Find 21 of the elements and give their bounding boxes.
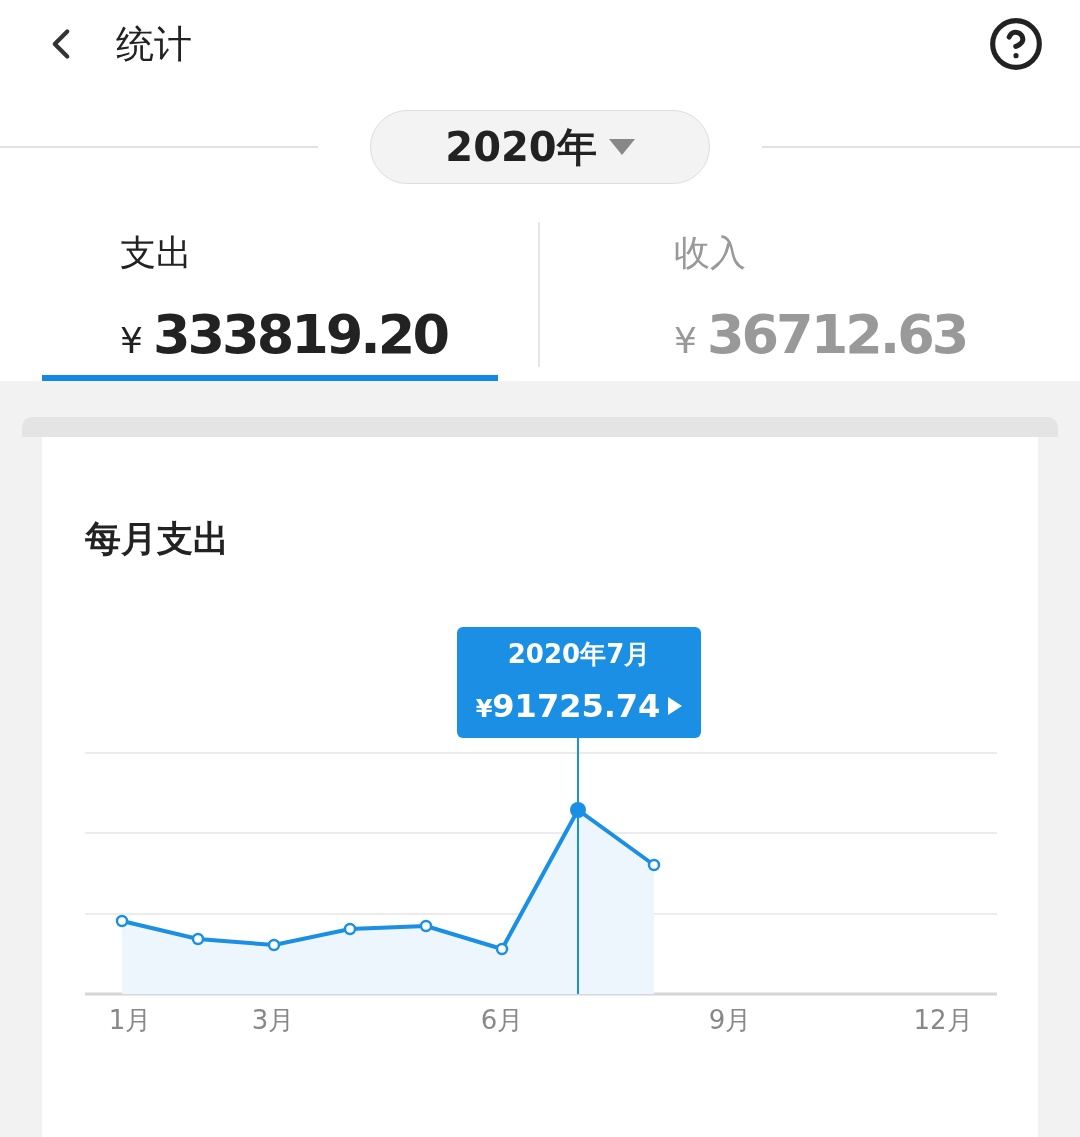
tooltip-amount: ¥91725.74 <box>475 686 661 727</box>
play-arrow-icon[interactable] <box>668 697 683 715</box>
data-point[interactable] <box>191 932 205 946</box>
tooltip-date: 2020年7月 <box>507 638 651 671</box>
help-icon[interactable] <box>988 16 1044 72</box>
axis-label: 9月 <box>708 1004 752 1037</box>
data-point[interactable] <box>115 914 129 928</box>
year-selector[interactable]: 2020年 <box>370 110 710 184</box>
axis-label: 6月 <box>480 1004 524 1037</box>
data-point[interactable] <box>343 922 357 936</box>
data-point[interactable] <box>419 919 433 933</box>
data-point[interactable] <box>647 858 661 872</box>
selected-data-point[interactable] <box>570 802 586 818</box>
card-title: 每月支出 <box>85 517 230 561</box>
axis-label: 3月 <box>251 1004 295 1037</box>
dropdown-caret-icon <box>608 139 635 155</box>
data-point[interactable] <box>495 942 509 956</box>
data-point[interactable] <box>267 938 281 952</box>
axis-label: 12月 <box>913 1004 973 1037</box>
page-title: 统计 <box>116 20 192 68</box>
axis-label: 1月 <box>108 1004 152 1037</box>
